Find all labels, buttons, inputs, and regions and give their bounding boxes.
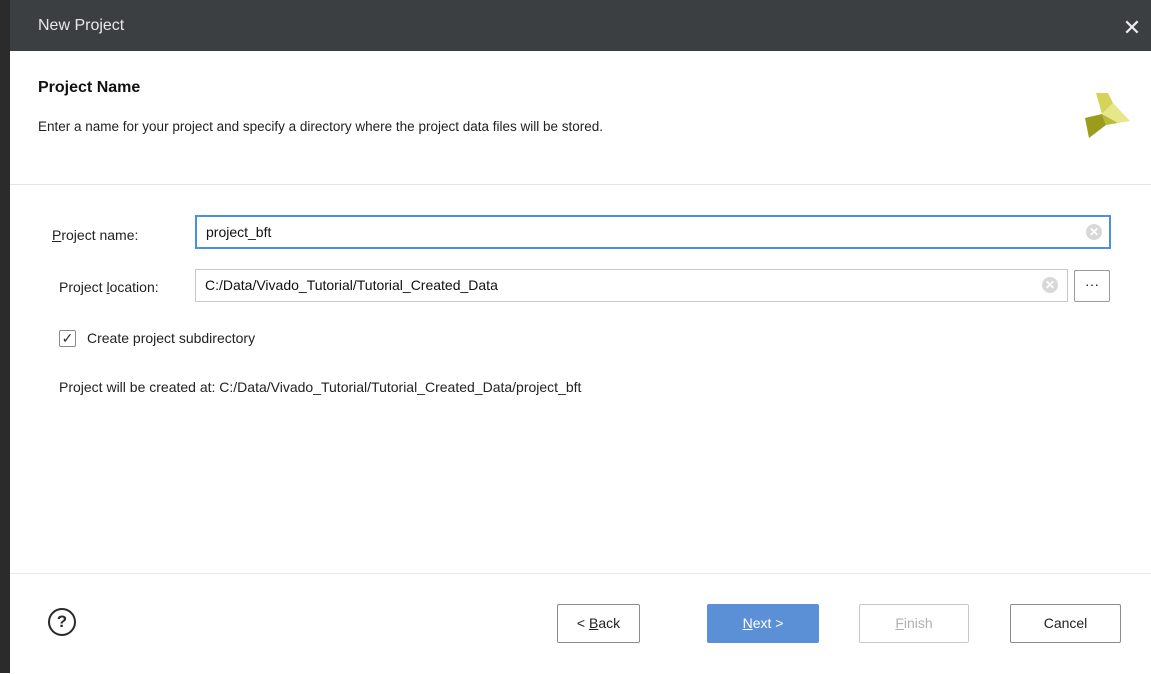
back-button[interactable]: < Back <box>557 604 640 643</box>
back-prefix: < <box>576 615 589 631</box>
next-mnemonic: N <box>742 615 753 631</box>
project-location-label-pre: Project <box>59 279 107 295</box>
project-location-label-post: ocation: <box>109 279 159 295</box>
project-location-label: Project location: <box>59 279 159 295</box>
next-button[interactable]: Next > <box>707 604 819 643</box>
finish-rest: inish <box>903 615 933 631</box>
wizard-header: Project Name Enter a name for your proje… <box>10 51 1151 185</box>
project-location-value: C:/Data/Vivado_Tutorial/Tutorial_Created… <box>205 277 498 293</box>
project-name-value: project_bft <box>206 224 272 240</box>
vivado-logo-icon <box>1085 93 1130 138</box>
project-name-input[interactable]: project_bft ✕ <box>195 215 1111 249</box>
help-icon[interactable]: ? <box>48 608 76 636</box>
project-location-input[interactable]: C:/Data/Vivado_Tutorial/Tutorial_Created… <box>195 269 1068 302</box>
title-bar[interactable]: New Project ✕ <box>10 0 1151 51</box>
clear-name-icon[interactable]: ✕ <box>1086 224 1102 240</box>
window-title: New Project <box>38 17 125 34</box>
new-project-dialog: New Project ✕ Project Name Enter a name … <box>0 0 1151 674</box>
create-subdirectory-label[interactable]: Create project subdirectory <box>87 330 255 346</box>
project-name-label-mnemonic: P <box>52 227 62 243</box>
window-edge <box>0 0 10 673</box>
back-mnemonic: B <box>588 615 599 631</box>
browse-button[interactable]: ··· <box>1074 270 1110 302</box>
page-description: Enter a name for your project and specif… <box>38 119 604 134</box>
next-rest: ext > <box>752 615 784 631</box>
project-name-label-rest: roject name: <box>61 227 139 243</box>
page-title: Project Name <box>38 79 141 96</box>
close-icon[interactable]: ✕ <box>1113 0 1151 51</box>
project-created-at-text: Project will be created at: C:/Data/Viva… <box>59 379 582 395</box>
finish-button: Finish <box>859 604 969 643</box>
finish-mnemonic: F <box>895 615 904 631</box>
project-name-label: Project name: <box>52 227 138 243</box>
wizard-footer: ? < Back Next > Finish Cancel <box>10 573 1151 674</box>
clear-location-icon[interactable]: ✕ <box>1042 277 1058 293</box>
back-rest: ack <box>598 615 621 631</box>
create-subdirectory-checkbox[interactable]: ✓ <box>59 330 76 347</box>
cancel-button[interactable]: Cancel <box>1010 604 1121 643</box>
wizard-body: Project name: project_bft ✕ Project loca… <box>10 185 1151 573</box>
